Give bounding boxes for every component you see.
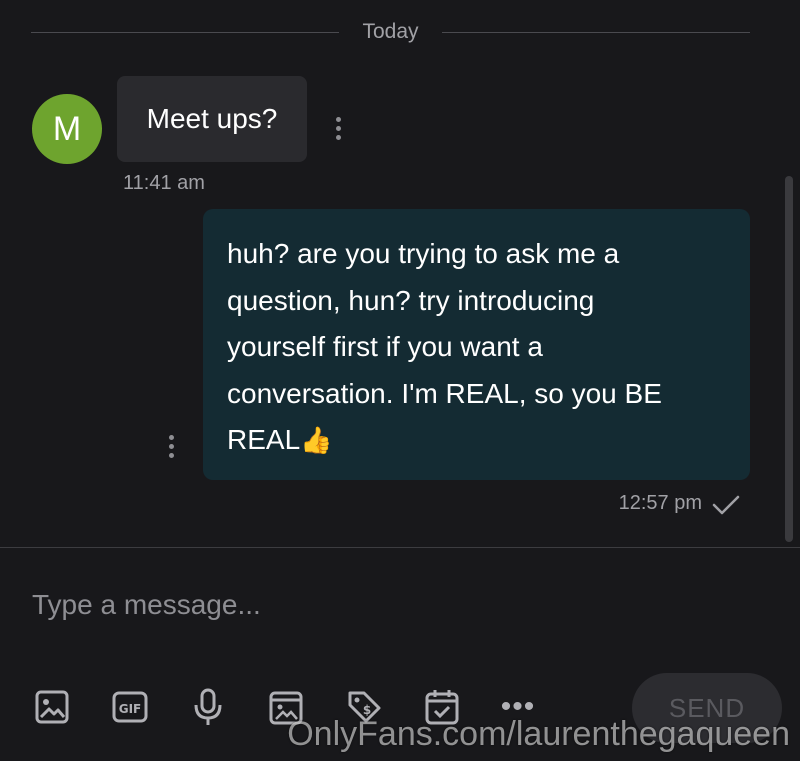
sent-check-icon: [712, 495, 740, 515]
message-text: Meet ups?: [146, 103, 278, 134]
message-line: yourself first if you want a: [227, 331, 543, 362]
voice-button[interactable]: [188, 686, 228, 728]
message-line: huh? are you trying to ask me a: [227, 238, 620, 269]
composer-separator: [0, 547, 800, 548]
date-divider: Today: [31, 18, 750, 46]
message-timestamp: 12:57 pm: [618, 492, 702, 514]
image-button[interactable]: [32, 686, 72, 728]
chat-screen: Today M Meet ups? 11:41 am huh? are you …: [0, 0, 800, 761]
avatar[interactable]: M: [32, 94, 102, 164]
message-timestamp: 11:41 am: [123, 172, 205, 194]
scrollbar[interactable]: [785, 176, 793, 542]
message-text: REAL: [227, 424, 301, 455]
message-options-icon[interactable]: [164, 432, 178, 462]
image-icon: [35, 690, 69, 724]
message-line: question, hun? try introducing: [227, 284, 595, 316]
message-line: REAL👍: [227, 417, 726, 464]
svg-text:GIF: GIF: [119, 702, 142, 716]
divider-line: [442, 32, 750, 33]
message-options-icon[interactable]: [331, 114, 345, 144]
gif-button[interactable]: GIF: [110, 686, 150, 728]
incoming-message-bubble[interactable]: Meet ups?: [117, 76, 307, 162]
message-input[interactable]: [0, 570, 800, 640]
message-line: conversation. I'm REAL, so you BE: [227, 377, 662, 409]
outgoing-message-bubble[interactable]: huh? are you trying to ask me a question…: [203, 209, 750, 480]
thumbs-up-emoji: 👍: [300, 425, 333, 455]
gif-icon: GIF: [112, 691, 148, 723]
microphone-icon: [194, 688, 222, 725]
watermark: OnlyFans.com/laurenthegaqueen: [287, 715, 790, 753]
